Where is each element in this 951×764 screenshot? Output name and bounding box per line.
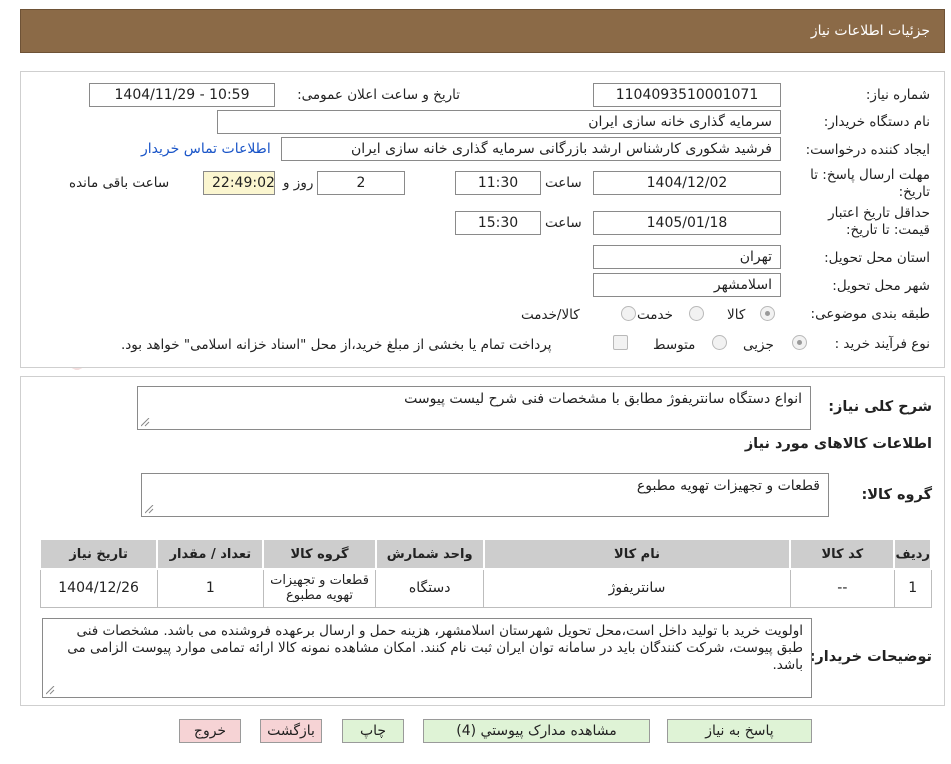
buyer-notes-label: توضیحات خریدار:: [809, 649, 932, 665]
col-qty-header: تعداد / مقدار: [156, 538, 265, 570]
cell-row: 1: [893, 568, 932, 608]
col-row-header: ردیف: [893, 538, 932, 570]
validity-time-field: 15:30: [455, 211, 541, 235]
validity-label-2: قیمت: تا تاریخ:: [846, 222, 930, 238]
validity-time-label: ساعت: [545, 215, 582, 231]
col-code-header: کد کالا: [789, 538, 896, 570]
category-both-radio[interactable]: [621, 306, 636, 321]
resize-grip-icon[interactable]: [46, 686, 55, 695]
cell-group: قطعات و تجهیزات تهویه مطبوع: [262, 568, 377, 608]
category-both-label: کالا/خدمت: [521, 307, 580, 323]
need-details-panel: شماره نیاز: 1104093510001071 تاریخ و ساع…: [20, 71, 945, 368]
city-label: شهر محل تحویل:: [832, 278, 930, 294]
exit-button[interactable]: خروج: [179, 719, 241, 743]
category-service-label: خدمت: [637, 307, 673, 323]
need-number-label: شماره نیاز:: [865, 87, 930, 103]
cell-name: سانتریفوژ: [483, 568, 791, 608]
process-medium-radio[interactable]: [712, 335, 727, 350]
day-and-label: روز و: [283, 175, 314, 191]
process-medium-label: متوسط: [653, 337, 696, 353]
days-remaining-field: 2: [317, 171, 405, 195]
buyer-org-label: نام دستگاه خریدار:: [823, 114, 930, 130]
deadline-label-1: مهلت ارسال پاسخ: تا: [810, 167, 930, 183]
category-label: طبقه بندی موضوعی:: [810, 306, 930, 322]
summary-textarea: انواع دستگاه سانتریفوژ مطابق با مشخصات ف…: [137, 386, 811, 430]
announce-date-field: 1404/11/29 - 10:59: [89, 83, 275, 107]
deadline-time-label: ساعت: [545, 175, 582, 191]
summary-text: انواع دستگاه سانتریفوژ مطابق با مشخصات ف…: [404, 391, 802, 407]
col-group-header: گروه کالا: [262, 538, 377, 570]
process-label: نوع فرآیند خرید :: [834, 336, 930, 352]
deadline-time-field: 11:30: [455, 171, 541, 195]
validity-date-field: 1405/01/18: [593, 211, 781, 235]
print-button[interactable]: چاپ: [342, 719, 404, 743]
cell-date: 1404/12/26: [39, 568, 158, 608]
page-title: جزئیات اطلاعات نیاز: [810, 23, 930, 39]
treasury-checkbox[interactable]: [613, 335, 628, 350]
treasury-note: پرداخت تمام یا بخشی از مبلغ خرید،از محل …: [121, 337, 552, 353]
deadline-label-2: تاریخ:: [898, 184, 930, 200]
resize-grip-icon[interactable]: [145, 505, 154, 514]
cell-unit: دستگاه: [375, 568, 485, 608]
need-number-field: 1104093510001071: [593, 83, 781, 107]
announce-date-label: تاریخ و ساعت اعلان عمومی:: [297, 87, 460, 103]
col-date-header: تاریخ نیاز: [38, 538, 159, 570]
cell-code: --: [789, 568, 895, 608]
process-minor-label: جزیی: [743, 337, 774, 353]
remaining-time-field: 22:49:02: [203, 171, 275, 195]
col-name-header: نام کالا: [482, 538, 792, 570]
city-field: اسلامشهر: [593, 273, 781, 297]
category-service-radio[interactable]: [689, 306, 704, 321]
cell-qty: 1: [156, 568, 264, 608]
table-header-row: ردیف کد کالا نام کالا واحد شمارش گروه کا…: [38, 538, 932, 570]
category-goods-label: کالا: [727, 307, 746, 323]
back-button[interactable]: بازگشت: [260, 719, 322, 743]
creator-label: ایجاد کننده درخواست:: [805, 142, 930, 158]
buyer-notes-textarea: اولویت خرید با تولید داخل است،محل تحویل …: [42, 618, 812, 698]
buyer-org-field: سرمایه گذاری خانه سازی ایران: [217, 110, 781, 134]
reply-button[interactable]: پاسخ به نیاز: [667, 719, 812, 743]
group-label: گروه کالا:: [861, 487, 932, 503]
deadline-date-field: 1404/12/02: [593, 171, 781, 195]
group-textarea: قطعات و تجهیزات تهویه مطبوع: [141, 473, 829, 517]
creator-field: فرشید شکوری کارشناس ارشد بازرگانی سرمایه…: [281, 137, 781, 161]
items-section-title: اطلاعات کالاهای مورد نیاز: [744, 436, 932, 452]
summary-label: شرح کلی نیاز:: [828, 399, 932, 415]
buyer-notes-text: اولویت خرید با تولید داخل است،محل تحویل …: [67, 623, 803, 673]
view-attachments-button[interactable]: مشاهده مدارک پیوستي (4): [423, 719, 650, 743]
page-header: جزئیات اطلاعات نیاز: [20, 9, 945, 53]
items-panel: شرح کلی نیاز: انواع دستگاه سانتریفوژ مطا…: [20, 376, 945, 706]
province-field: تهران: [593, 245, 781, 269]
province-label: استان محل تحویل:: [824, 250, 930, 266]
table-row: 1 -- سانتریفوژ دستگاه قطعات و تجهیزات ته…: [39, 568, 932, 608]
group-text: قطعات و تجهیزات تهویه مطبوع: [636, 478, 820, 494]
process-minor-radio[interactable]: [792, 335, 807, 350]
category-goods-radio[interactable]: [760, 306, 775, 321]
buyer-contact-link[interactable]: اطلاعات تماس خریدار: [141, 141, 271, 157]
items-table: ردیف کد کالا نام کالا واحد شمارش گروه کا…: [38, 538, 932, 608]
resize-grip-icon[interactable]: [141, 418, 150, 427]
col-unit-header: واحد شمارش: [374, 538, 485, 570]
remaining-time-label: ساعت باقی مانده: [69, 175, 170, 191]
validity-label-1: حداقل تاریخ اعتبار: [828, 205, 930, 221]
